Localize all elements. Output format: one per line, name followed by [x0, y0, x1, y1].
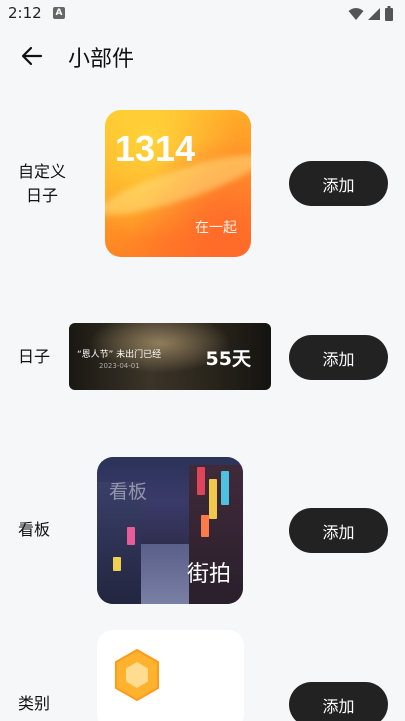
status-icons [348, 6, 393, 21]
board-widget-preview: 看板 街拍 [97, 457, 243, 604]
day-widget-preview: “恩人节” 未出门已经 2023-04-01 55天 [69, 323, 271, 390]
battery-icon [385, 6, 393, 21]
custom-day-widget-preview: 1314 在一起 [105, 110, 251, 257]
widget-label-category: 类别 [18, 694, 51, 713]
signal-icon [368, 7, 380, 20]
photo-neon-sign [197, 467, 205, 495]
preview-number: 1314 [115, 128, 196, 169]
category-widget-preview [97, 630, 244, 721]
preview-title: “恩人节” 未出门已经 [77, 350, 162, 360]
arrow-left-icon [21, 46, 43, 66]
preview-date: 2023-04-01 [99, 362, 140, 370]
preview-watermark: 看板 [109, 481, 148, 503]
notification-icon: A [53, 7, 65, 19]
photo-neon-sign [127, 527, 135, 545]
status-time: 2:12 [8, 4, 42, 22]
preview-count: 55天 [205, 348, 251, 370]
photo-neon-sign [209, 479, 217, 519]
widget-label-board: 看板 [18, 520, 51, 539]
widget-label-day: 日子 [18, 347, 51, 366]
photo-neon-sign [113, 557, 121, 571]
widget-label-custom-day: 自定义 日子 [17, 162, 66, 205]
wifi-icon [348, 7, 364, 20]
add-button-board[interactable]: 添加 [289, 508, 388, 553]
preview-caption: 街拍 [186, 562, 231, 587]
photo-street [141, 544, 189, 604]
page-title: 小部件 [68, 47, 135, 72]
hexagon-icon [115, 649, 159, 701]
photo-neon-sign [201, 515, 209, 537]
status-bar: 2:12 A [0, 0, 405, 28]
header: 小部件 [0, 36, 405, 76]
add-button-day[interactable]: 添加 [289, 335, 388, 380]
add-button-category[interactable]: 添加 [289, 682, 388, 721]
back-button[interactable] [16, 40, 48, 72]
preview-caption: 在一起 [195, 220, 237, 236]
add-button-custom-day[interactable]: 添加 [289, 161, 388, 206]
photo-neon-sign [221, 471, 229, 505]
